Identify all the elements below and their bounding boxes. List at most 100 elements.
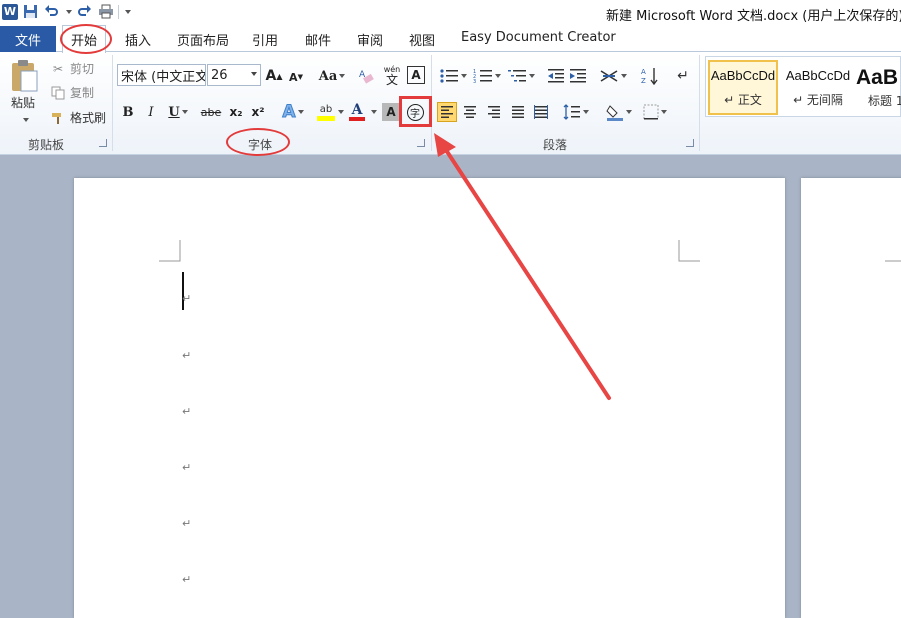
change-case-button[interactable]: Aa [318, 66, 346, 86]
text-effect-icon: A [282, 102, 296, 123]
title-bar: W 新建 Microsoft Word 文档.docx (用户上次保存的) - [0, 0, 901, 25]
font-color-button[interactable]: A [346, 100, 368, 124]
print-icon[interactable] [97, 3, 114, 20]
tab-review[interactable]: 审阅 [357, 30, 383, 49]
bold-button[interactable]: B [120, 102, 136, 122]
tab-easy-document-creator[interactable]: Easy Document Creator [461, 30, 616, 45]
paste-button[interactable]: 粘贴 [11, 94, 35, 111]
bullets-button[interactable] [438, 66, 468, 86]
increase-indent-icon[interactable] [568, 66, 588, 86]
enclose-characters-annotation-box [399, 96, 432, 127]
strikethrough-button[interactable]: abe [200, 102, 222, 122]
underline-button[interactable]: U [166, 102, 190, 122]
document-area[interactable]: ↵ ↵ ↵ ↵ ↵ ↵ [0, 156, 901, 618]
customize-qat-icon[interactable] [125, 9, 131, 14]
undo-dropdown-icon[interactable] [66, 9, 72, 14]
paragraph-mark: ↵ [182, 573, 192, 586]
align-center-icon[interactable] [460, 102, 480, 122]
shrink-font-icon: A [289, 70, 298, 84]
chinese-layout-button[interactable] [598, 66, 628, 86]
distributed-icon[interactable] [531, 102, 551, 122]
highlight-dropdown-icon[interactable] [338, 110, 344, 114]
font-size-dropdown-icon[interactable] [251, 72, 257, 76]
word-logo-icon[interactable]: W [2, 3, 18, 20]
undo-icon[interactable] [43, 3, 60, 20]
qat-separator [118, 4, 119, 19]
font-group-label: 字体 [248, 138, 273, 152]
font-size-value: 26 [211, 67, 228, 83]
paragraph-mark: ↵ [182, 292, 192, 305]
text-highlight-button[interactable]: ab [311, 100, 341, 124]
sort-icon[interactable]: AZ [640, 66, 660, 86]
tab-file[interactable]: 文件 [0, 26, 56, 52]
format-painter-icon [50, 110, 66, 126]
line-spacing-button[interactable] [562, 102, 590, 122]
style-sample: AaBbCcDd [710, 67, 776, 83]
ribbon: 粘贴 ✂ 剪切 复制 格式刷 剪贴板 宋体 (中文正文 26 A ▲ A ▼ Aa … [0, 52, 901, 156]
italic-button[interactable]: I [143, 102, 159, 122]
tab-mailings[interactable]: 邮件 [305, 30, 331, 49]
clipboard-group-label: 剪贴板 [28, 138, 65, 152]
svg-text:Z: Z [641, 77, 646, 85]
clear-formatting-icon[interactable]: A [358, 66, 376, 86]
font-name-combo[interactable]: 宋体 (中文正文 [117, 64, 206, 86]
text-effect-button[interactable]: A [280, 101, 306, 123]
format-painter-button[interactable]: 格式刷 [50, 109, 106, 126]
character-border-button[interactable]: A [407, 66, 425, 84]
subscript-button[interactable]: x₂ [227, 102, 245, 122]
pinyin-guide-button[interactable]: wén 文 [381, 64, 403, 88]
tab-references[interactable]: 引用 [252, 30, 278, 49]
paragraph-mark: ↵ [182, 405, 192, 418]
copy-icon [50, 85, 66, 101]
font-color-dropdown-icon[interactable] [371, 110, 377, 114]
superscript-button[interactable]: x² [249, 102, 267, 122]
font-size-combo[interactable]: 26 [207, 64, 261, 86]
style-normal[interactable]: AaBbCcDd ↵ 正文 [708, 60, 778, 115]
margin-corner-mark [885, 260, 901, 262]
paste-icon[interactable] [6, 58, 42, 94]
style-heading-1[interactable]: AaB 标题 1 [856, 60, 901, 115]
redo-icon[interactable] [76, 3, 93, 20]
paragraph-launcher-icon[interactable] [686, 139, 694, 147]
cut-button[interactable]: ✂ 剪切 [50, 60, 94, 77]
next-document-page[interactable] [801, 178, 901, 618]
group-separator [699, 55, 700, 151]
decrease-indent-icon[interactable] [546, 66, 566, 86]
font-launcher-icon[interactable] [417, 139, 425, 147]
grow-font-icon: A [265, 68, 277, 84]
paragraph-mark: ↵ [182, 517, 192, 530]
character-border-icon: A [411, 68, 421, 82]
clipboard-launcher-icon[interactable] [99, 139, 107, 147]
change-case-icon: Aa [318, 68, 338, 84]
shrink-font-button[interactable]: A ▼ [288, 68, 304, 86]
copy-button[interactable]: 复制 [50, 84, 94, 101]
align-left-button[interactable] [437, 102, 457, 122]
justify-icon[interactable] [508, 102, 528, 122]
numbering-button[interactable]: 123 [472, 66, 502, 86]
tab-insert[interactable]: 插入 [125, 30, 151, 49]
style-sample: AaB [856, 66, 899, 89]
shading-button[interactable] [604, 102, 634, 122]
font-color-swatch [349, 117, 365, 121]
font-name-value: 宋体 (中文正文 [121, 69, 206, 85]
style-no-spacing[interactable]: AaBbCcDd ↵ 无间隔 [782, 60, 854, 115]
save-icon[interactable] [22, 3, 39, 20]
paragraph-group-label: 段落 [543, 138, 568, 152]
paragraph-mark: ↵ [182, 461, 192, 474]
paste-dropdown-icon[interactable] [23, 118, 29, 122]
style-name: ↵ 正文 [724, 92, 762, 107]
tab-page-layout[interactable]: 页面布局 [177, 30, 229, 49]
quick-access-toolbar: W [2, 3, 131, 20]
character-shading-button[interactable]: A [382, 103, 400, 121]
show-marks-icon[interactable]: ↵ [674, 66, 692, 86]
grow-font-button[interactable]: A ▲ [265, 66, 283, 86]
style-sample: AaBbCcDd [785, 67, 851, 83]
align-right-icon[interactable] [484, 102, 504, 122]
font-name-dropdown-icon[interactable] [196, 72, 202, 76]
multilevel-list-button[interactable] [506, 66, 536, 86]
tab-view[interactable]: 视图 [409, 30, 435, 49]
tab-home[interactable]: 开始 [62, 25, 107, 53]
document-page[interactable]: ↵ ↵ ↵ ↵ ↵ ↵ [74, 178, 785, 618]
borders-button[interactable] [640, 102, 670, 122]
styles-gallery: AaBbCcDd ↵ 正文 AaBbCcDd ↵ 无间隔 AaB 标题 1 [705, 56, 901, 117]
